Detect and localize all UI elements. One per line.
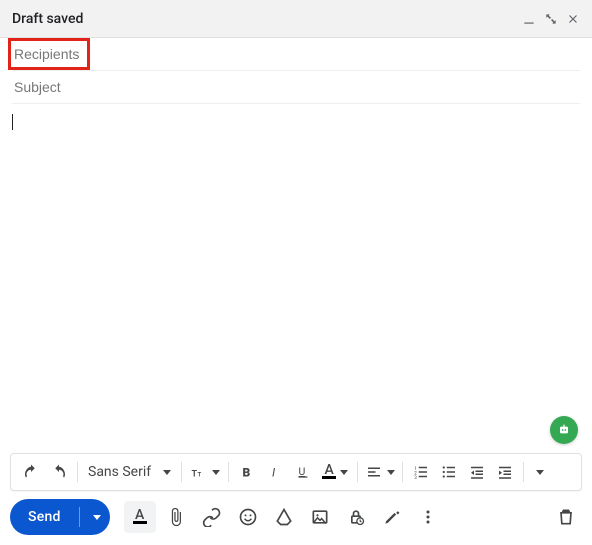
compose-actions: Send A bbox=[10, 499, 582, 535]
email-body[interactable] bbox=[0, 104, 592, 404]
insert-emoji-button[interactable] bbox=[232, 501, 264, 533]
svg-text:U: U bbox=[299, 465, 306, 478]
recipients-row bbox=[12, 38, 580, 71]
discard-draft-button[interactable] bbox=[550, 501, 582, 533]
chevron-down-icon bbox=[536, 470, 544, 475]
attach-file-button[interactable] bbox=[160, 501, 192, 533]
numbered-list-button[interactable]: 123 bbox=[407, 458, 435, 486]
svg-text:T: T bbox=[192, 470, 198, 480]
formatting-toolbar: Sans Serif TT B I U A 123 bbox=[10, 453, 582, 491]
insert-signature-button[interactable] bbox=[376, 501, 408, 533]
undo-button[interactable] bbox=[17, 458, 45, 486]
redo-button[interactable] bbox=[45, 458, 73, 486]
subject-field[interactable] bbox=[12, 71, 580, 103]
toolbar-separator bbox=[181, 462, 182, 482]
insert-photo-button[interactable] bbox=[304, 501, 336, 533]
close-icon[interactable] bbox=[566, 12, 580, 26]
text-color-icon: A bbox=[322, 465, 336, 479]
fullscreen-icon[interactable] bbox=[544, 12, 558, 26]
compose-header: Draft saved bbox=[0, 0, 592, 38]
font-family-label: Sans Serif bbox=[88, 464, 151, 480]
svg-text:B: B bbox=[243, 466, 251, 480]
toolbar-separator bbox=[402, 462, 403, 482]
formatting-options-button[interactable]: A bbox=[124, 501, 156, 533]
send-button-group: Send bbox=[10, 499, 110, 535]
font-size-selector[interactable]: TT bbox=[186, 458, 224, 486]
italic-button[interactable]: I bbox=[261, 458, 289, 486]
font-family-selector[interactable]: Sans Serif bbox=[82, 464, 177, 480]
svg-text:T: T bbox=[198, 472, 202, 479]
underline-button[interactable]: U bbox=[289, 458, 317, 486]
text-color-button[interactable]: A bbox=[317, 458, 353, 486]
svg-text:3: 3 bbox=[414, 475, 417, 481]
more-options-button[interactable] bbox=[412, 501, 444, 533]
subject-row bbox=[12, 71, 580, 104]
recipients-field[interactable] bbox=[12, 38, 580, 70]
grammarly-icon[interactable] bbox=[550, 416, 578, 444]
header-controls bbox=[522, 12, 580, 26]
toolbar-separator bbox=[357, 462, 358, 482]
toolbar-separator bbox=[77, 462, 78, 482]
minimize-icon[interactable] bbox=[522, 12, 536, 26]
insert-link-button[interactable] bbox=[196, 501, 228, 533]
text-cursor bbox=[12, 114, 13, 130]
chevron-down-icon bbox=[340, 470, 348, 475]
indent-less-button[interactable] bbox=[463, 458, 491, 486]
send-options-button[interactable] bbox=[80, 515, 110, 520]
toolbar-separator bbox=[523, 462, 524, 482]
indent-more-button[interactable] bbox=[491, 458, 519, 486]
chevron-down-icon bbox=[93, 515, 101, 520]
chevron-down-icon bbox=[387, 470, 395, 475]
bold-button[interactable]: B bbox=[233, 458, 261, 486]
svg-text:I: I bbox=[272, 466, 276, 480]
compose-icons: A bbox=[124, 501, 444, 533]
chevron-down-icon bbox=[163, 470, 171, 475]
more-formatting-button[interactable] bbox=[528, 458, 548, 486]
chevron-down-icon bbox=[212, 470, 220, 475]
header-title: Draft saved bbox=[12, 11, 522, 27]
bulleted-list-button[interactable] bbox=[435, 458, 463, 486]
insert-drive-button[interactable] bbox=[268, 501, 300, 533]
toolbar-separator bbox=[228, 462, 229, 482]
send-button[interactable]: Send bbox=[10, 499, 79, 535]
text-color-icon: A bbox=[133, 510, 147, 524]
confidential-mode-button[interactable] bbox=[340, 501, 372, 533]
align-button[interactable] bbox=[362, 458, 398, 486]
